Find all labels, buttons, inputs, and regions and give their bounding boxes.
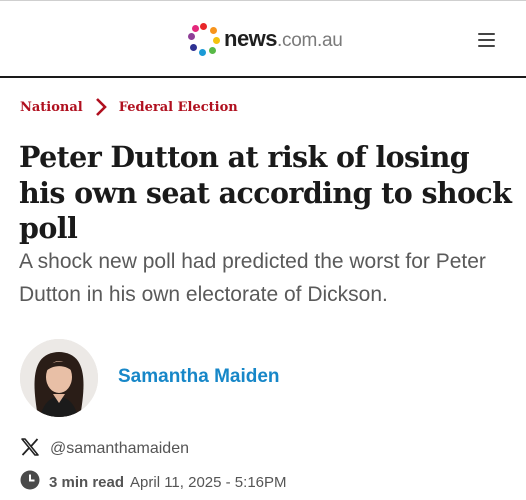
- article-standfirst: A shock new poll had predicted the worst…: [19, 250, 486, 307]
- breadcrumb: National Federal Election: [20, 96, 238, 118]
- clock-icon: [20, 470, 40, 494]
- breadcrumb-national[interactable]: National: [20, 100, 83, 115]
- header-divider: [0, 76, 526, 78]
- publish-date: April 11, 2025 - 5:16PM: [130, 473, 287, 491]
- site-logo[interactable]: news.com.au: [188, 23, 343, 56]
- news-logo-dots-icon: [188, 23, 220, 56]
- author-x-profile-link[interactable]: @samanthamaiden: [20, 437, 189, 462]
- read-time: 3 min read: [49, 473, 125, 491]
- article-headline: Peter Dutton at risk of losing his own s…: [19, 140, 512, 246]
- hamburger-menu-icon[interactable]: [474, 30, 500, 50]
- article-meta: 3 min read April 11, 2025 - 5:16PM: [20, 470, 287, 494]
- x-logo-icon: [20, 437, 40, 462]
- author-x-handle: @samanthamaiden: [50, 440, 189, 457]
- site-header: news.com.au: [0, 1, 526, 76]
- breadcrumb-federal-election[interactable]: Federal Election: [119, 100, 238, 115]
- author-name-link[interactable]: Samantha Maiden: [118, 366, 280, 388]
- author-avatar[interactable]: [20, 339, 98, 417]
- logo-text: news.com.au: [224, 26, 343, 51]
- chevron-right-icon: [93, 97, 109, 117]
